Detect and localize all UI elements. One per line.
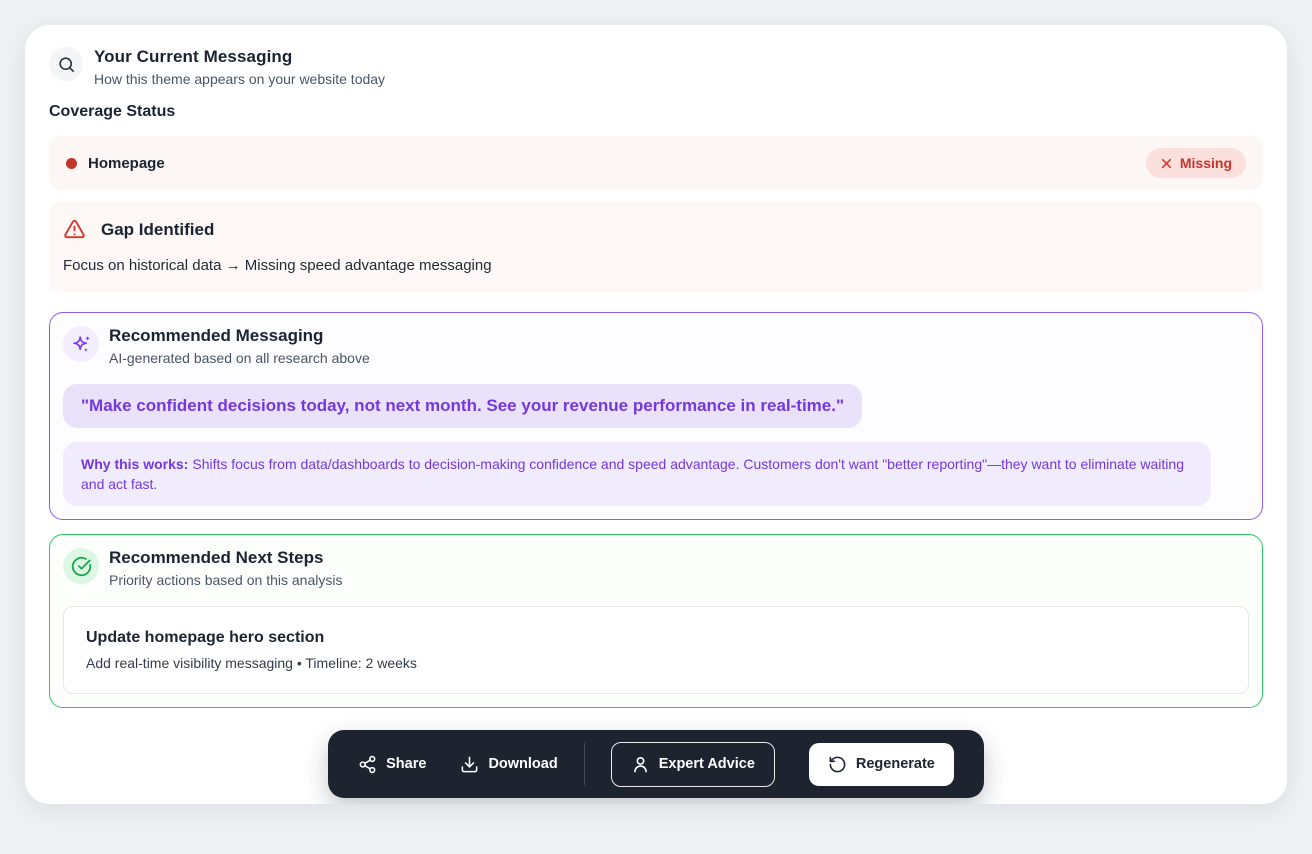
recommended-messaging-card: Recommended Messaging AI-generated based… bbox=[49, 312, 1263, 520]
gap-identified-section: Gap Identified Focus on historical data … bbox=[49, 202, 1263, 292]
toolbar-divider bbox=[584, 743, 585, 785]
user-icon bbox=[631, 755, 650, 774]
status-dot bbox=[66, 158, 77, 169]
next-steps-header-text: Recommended Next Steps Priority actions … bbox=[109, 548, 342, 588]
share-button-label: Share bbox=[386, 756, 426, 772]
coverage-row-homepage: Homepage Missing bbox=[49, 136, 1263, 190]
expert-advice-button-label: Expert Advice bbox=[659, 756, 755, 772]
next-steps-header: Recommended Next Steps Priority actions … bbox=[63, 548, 1249, 588]
status-badge: Missing bbox=[1146, 148, 1246, 178]
sparkles-icon bbox=[63, 326, 99, 362]
header-text: Your Current Messaging How this theme ap… bbox=[94, 47, 385, 87]
status-badge-label: Missing bbox=[1180, 155, 1232, 171]
gap-description: Focus on historical data → Missing speed… bbox=[63, 257, 1249, 274]
page-title: Your Current Messaging bbox=[94, 47, 385, 67]
action-item-meta: Add real-time visibility messaging • Tim… bbox=[86, 655, 1226, 671]
recommended-messaging-header: Recommended Messaging AI-generated based… bbox=[63, 326, 1249, 366]
recommended-messaging-subtitle: AI-generated based on all research above bbox=[109, 350, 370, 366]
download-button[interactable]: Download bbox=[460, 755, 557, 774]
why-this-works: Why this works:Shifts focus from data/da… bbox=[63, 442, 1211, 506]
recommended-messaging-header-text: Recommended Messaging AI-generated based… bbox=[109, 326, 370, 366]
rotate-ccw-icon bbox=[828, 755, 847, 774]
main-panel: Your Current Messaging How this theme ap… bbox=[25, 25, 1287, 804]
action-item: Update homepage hero section Add real-ti… bbox=[63, 606, 1249, 694]
page-subtitle: How this theme appears on your website t… bbox=[94, 71, 385, 87]
download-button-label: Download bbox=[488, 756, 557, 772]
recommended-messaging-title: Recommended Messaging bbox=[109, 326, 370, 346]
coverage-row-label: Homepage bbox=[88, 155, 165, 172]
panel-header: Your Current Messaging How this theme ap… bbox=[49, 47, 1263, 87]
share-icon bbox=[358, 755, 377, 774]
why-this-works-text: Shifts focus from data/dashboards to dec… bbox=[81, 456, 1184, 492]
action-item-title: Update homepage hero section bbox=[86, 629, 1226, 647]
regenerate-button[interactable]: Regenerate bbox=[809, 743, 954, 786]
share-button[interactable]: Share bbox=[358, 755, 426, 774]
why-this-works-label: Why this works: bbox=[81, 456, 188, 472]
next-steps-title: Recommended Next Steps bbox=[109, 548, 342, 568]
check-circle-icon bbox=[63, 548, 99, 584]
search-icon bbox=[49, 47, 83, 81]
next-steps-subtitle: Priority actions based on this analysis bbox=[109, 572, 342, 588]
recommended-quote: "Make confident decisions today, not nex… bbox=[63, 384, 862, 428]
alert-triangle-icon bbox=[63, 218, 86, 241]
coverage-status-heading: Coverage Status bbox=[49, 103, 1263, 121]
action-toolbar: Share Download Expert Advice Regenerate bbox=[328, 730, 984, 798]
expert-advice-button[interactable]: Expert Advice bbox=[611, 742, 775, 787]
gap-header: Gap Identified bbox=[63, 218, 1249, 241]
download-icon bbox=[460, 755, 479, 774]
x-icon bbox=[1160, 157, 1173, 170]
gap-title: Gap Identified bbox=[101, 220, 214, 240]
regenerate-button-label: Regenerate bbox=[856, 756, 935, 772]
recommended-next-steps-card: Recommended Next Steps Priority actions … bbox=[49, 534, 1263, 708]
